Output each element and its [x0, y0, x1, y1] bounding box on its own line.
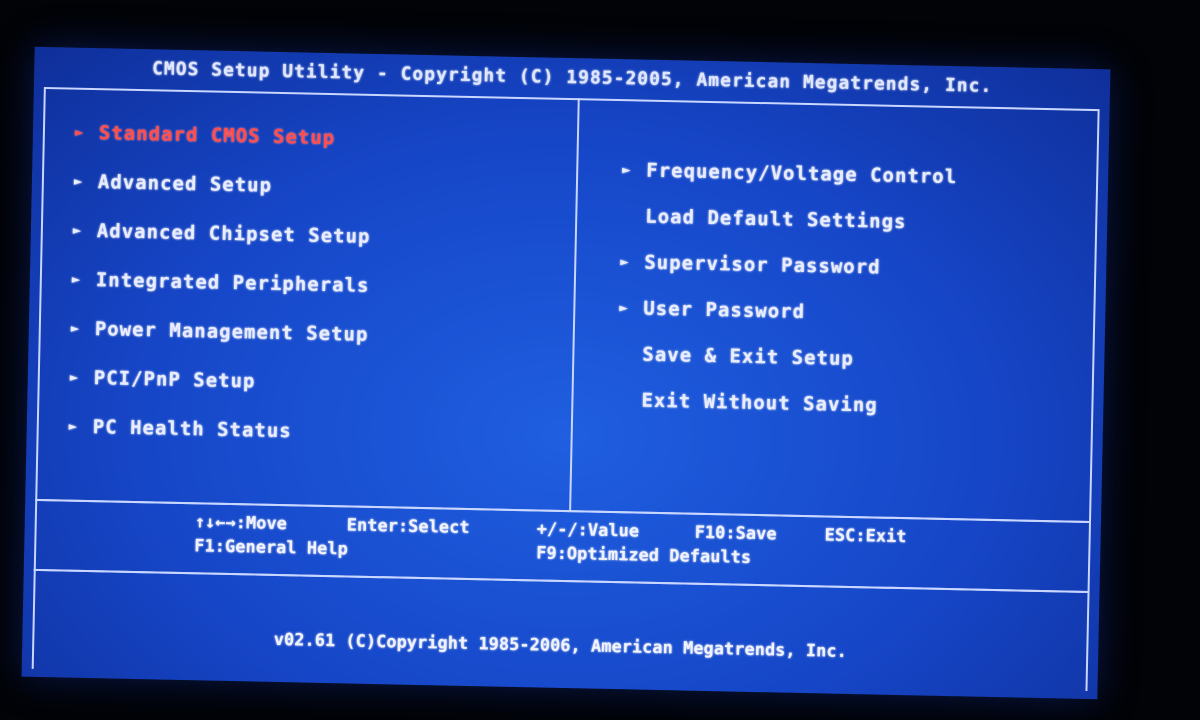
menu-item-label: Integrated Peripherals — [95, 269, 370, 297]
menu-item-load-default-settings[interactable]: Load Default Settings — [621, 201, 907, 237]
submenu-arrow-icon — [619, 339, 643, 340]
submenu-arrow-icon: ► — [71, 271, 82, 288]
help-exit: ESC:Exit — [824, 525, 907, 548]
submenu-arrow-icon: ► — [72, 222, 83, 239]
bios-screen: CMOS Setup Utility - Copyright (C) 1985-… — [21, 46, 1111, 700]
submenu-arrow-icon: ► — [620, 254, 630, 271]
menu-item-label: Supervisor Password — [644, 251, 881, 279]
help-move: ↑↓←→:Move — [194, 512, 288, 535]
menu-item-advanced-setup[interactable]: ► Advanced Setup — [74, 167, 273, 201]
submenu-arrow-icon: ► — [619, 300, 629, 317]
menu-item-advanced-chipset-setup[interactable]: ► Advanced Chipset Setup — [73, 216, 371, 252]
menu-item-supervisor-password[interactable]: ► Supervisor Password — [620, 247, 881, 282]
menu-item-label: User Password — [643, 297, 806, 323]
submenu-arrow-icon: ► — [69, 369, 80, 386]
menu-item-label: Advanced Chipset Setup — [96, 220, 371, 248]
submenu-arrow-icon: ► — [622, 162, 632, 179]
menu-item-label: PCI/PnP Setup — [93, 367, 256, 393]
menu-item-label: Exit Without Saving — [641, 389, 878, 417]
menu-item-pci-pnp-setup[interactable]: ► PCI/PnP Setup — [69, 363, 256, 397]
submenu-arrow-icon: ► — [73, 173, 84, 190]
menu-item-label: Advanced Setup — [97, 171, 273, 197]
menu-item-save-exit-setup[interactable]: Save & Exit Setup — [618, 339, 854, 374]
help-save: F10:Save — [694, 522, 777, 545]
submenu-arrow-icon: ► — [68, 418, 79, 435]
menu-item-label: Save & Exit Setup — [642, 343, 855, 371]
help-select: Enter:Select — [346, 515, 470, 539]
menu-item-standard-cmos-setup[interactable]: ► Standard CMOS Setup — [75, 118, 336, 153]
menu-item-exit-without-saving[interactable]: Exit Without Saving — [617, 385, 878, 420]
submenu-arrow-icon — [618, 385, 642, 386]
menu-item-label: Power Management Setup — [94, 318, 369, 346]
help-general: F1:General Help — [194, 536, 348, 560]
menu-item-label: Load Default Settings — [645, 205, 907, 234]
submenu-arrow-icon: ► — [70, 320, 81, 337]
menu-item-integrated-peripherals[interactable]: ► Integrated Peripherals — [72, 265, 370, 301]
help-optimized-defaults: F9:Optimized Defaults — [536, 543, 752, 568]
submenu-arrow-icon — [622, 201, 646, 202]
menu-item-power-management-setup[interactable]: ► Power Management Setup — [71, 314, 369, 350]
menu-item-pc-health-status[interactable]: ► PC Health Status — [68, 412, 292, 447]
menu-item-label: Standard CMOS Setup — [98, 122, 336, 150]
menu-item-user-password[interactable]: ► User Password — [619, 293, 805, 327]
help-value: +/-/:Value — [536, 519, 640, 542]
submenu-arrow-icon: ► — [74, 124, 85, 141]
menu-panel — [35, 87, 1100, 524]
menu-item-label: PC Health Status — [92, 416, 292, 443]
menu-item-label: Frequency/Voltage Control — [646, 159, 958, 189]
